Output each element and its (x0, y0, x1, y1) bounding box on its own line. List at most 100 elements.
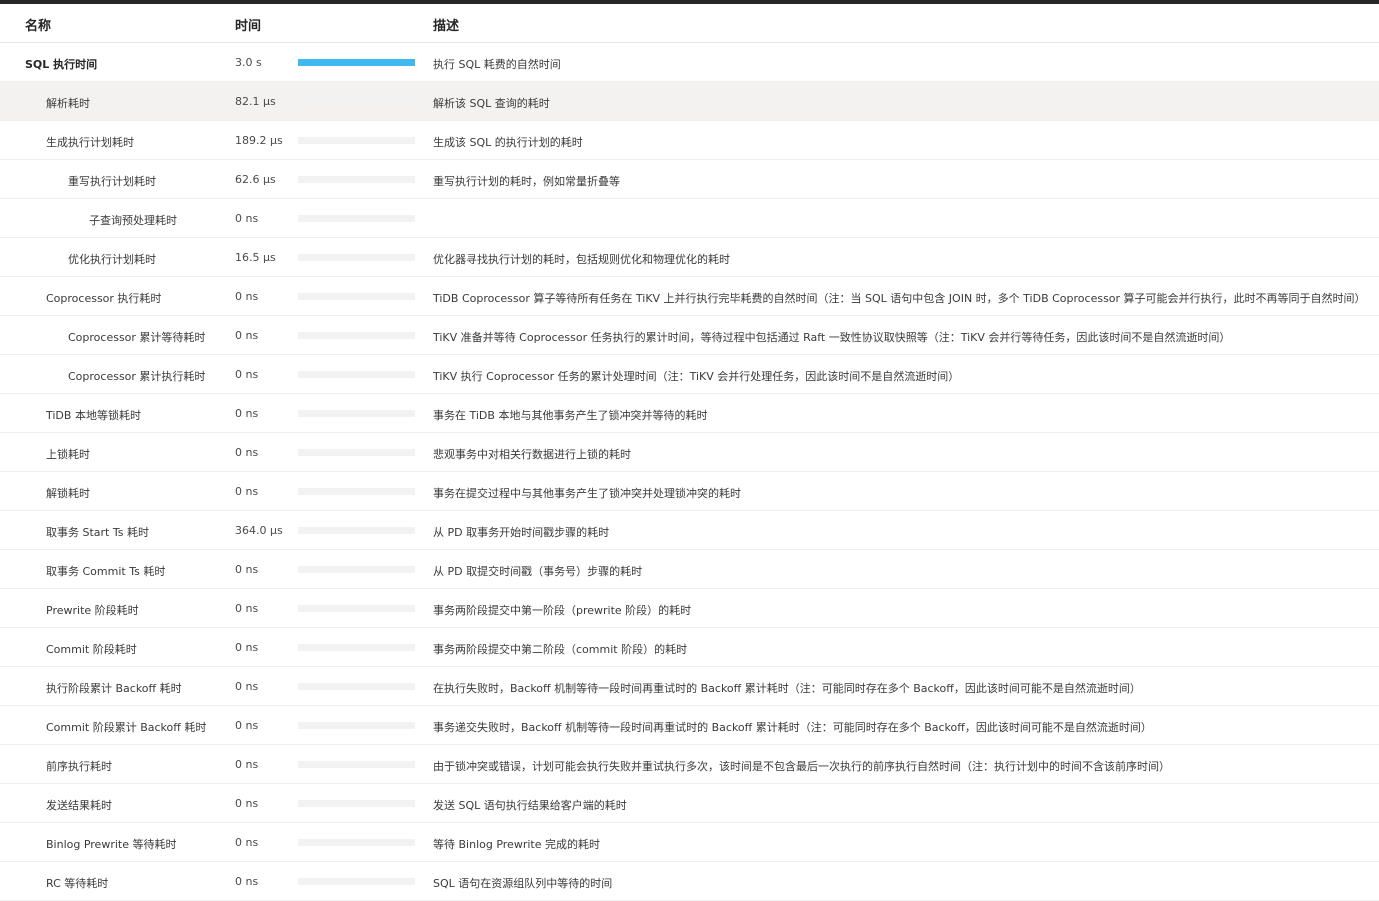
row-description: 从 PD 取提交时间戳（事务号）步骤的耗时 (433, 565, 643, 578)
row-description: TiDB Coprocessor 算子等待所有任务在 TiKV 上并行执行完毕耗… (433, 292, 1366, 305)
column-header-name[interactable]: 名称 (25, 15, 51, 34)
duration-bar-fill (298, 59, 415, 66)
row-description: 重写执行计划的耗时，例如常量折叠等 (433, 175, 620, 188)
row-name: Coprocessor 累计等待耗时 (68, 331, 206, 344)
row-name: 前序执行耗时 (46, 760, 112, 773)
column-header-time[interactable]: 时间 (235, 15, 261, 34)
row-name: 重写执行计划耗时 (68, 175, 156, 188)
row-time: 0 ns (235, 641, 259, 654)
duration-bar (298, 293, 415, 300)
table-row[interactable]: Commit 阶段耗时 0 ns 事务两阶段提交中第二阶段（commit 阶段）的耗… (0, 628, 1379, 667)
table-row[interactable]: 优化执行计划耗时 16.5 μs 优化器寻找执行计划的耗时，包括规则优化和物理优化的… (0, 238, 1379, 277)
row-time: 0 ns (235, 719, 259, 732)
row-name: Binlog Prewrite 等待耗时 (46, 838, 177, 851)
row-name: TiDB 本地等锁耗时 (46, 409, 141, 422)
row-description: 从 PD 取事务开始时间戳步骤的耗时 (433, 526, 610, 539)
duration-bar (298, 176, 415, 183)
execution-time-table: 名称 时间 描述 SQL 执行时间 3.0 s 执行 SQL 耗费的自然时间 解析耗时… (0, 4, 1379, 901)
table-row[interactable]: 取事务 Commit Ts 耗时 0 ns 从 PD 取提交时间戳（事务号）步骤的耗… (0, 550, 1379, 589)
row-time: 3.0 s (235, 56, 262, 69)
duration-bar (298, 488, 415, 495)
row-description: 事务递交失败时，Backoff 机制等待一段时间再重试时的 Backoff 累计… (433, 721, 1152, 734)
table-row[interactable]: 前序执行耗时 0 ns 由于锁冲突或错误，计划可能会执行失败并重试执行多次，该时间是… (0, 745, 1379, 784)
row-description: 在执行失败时，Backoff 机制等待一段时间再重试时的 Backoff 累计耗… (433, 682, 1141, 695)
row-time: 62.6 μs (235, 173, 276, 186)
row-time: 0 ns (235, 836, 259, 849)
row-name: SQL 执行时间 (25, 58, 98, 71)
row-name: RC 等待耗时 (46, 877, 109, 890)
duration-bar (298, 878, 415, 885)
table-row[interactable]: 生成执行计划耗时 189.2 μs 生成该 SQL 的执行计划的耗时 (0, 121, 1379, 160)
table-row[interactable]: RC 等待耗时 0 ns SQL 语句在资源组队列中等待的时间 (0, 862, 1379, 901)
row-time: 0 ns (235, 563, 259, 576)
row-time: 0 ns (235, 797, 259, 810)
table-row[interactable]: Prewrite 阶段耗时 0 ns 事务两阶段提交中第一阶段（prewrite 阶… (0, 589, 1379, 628)
table-row[interactable]: Binlog Prewrite 等待耗时 0 ns 等待 Binlog Prewri… (0, 823, 1379, 862)
row-time: 0 ns (235, 602, 259, 615)
table-row[interactable]: 子查询预处理耗时 0 ns (0, 199, 1379, 238)
row-name: 取事务 Commit Ts 耗时 (46, 565, 166, 578)
table-row[interactable]: Coprocessor 执行耗时 0 ns TiDB Coprocessor 算子等… (0, 277, 1379, 316)
row-time: 0 ns (235, 680, 259, 693)
row-description: 解析该 SQL 查询的耗时 (433, 97, 550, 110)
row-time: 0 ns (235, 212, 259, 225)
row-time: 16.5 μs (235, 251, 276, 264)
row-description: 由于锁冲突或错误，计划可能会执行失败并重试执行多次，该时间是不包含最后一次执行的… (433, 760, 1170, 773)
table-row[interactable]: 重写执行计划耗时 62.6 μs 重写执行计划的耗时，例如常量折叠等 (0, 160, 1379, 199)
row-name: Coprocessor 执行耗时 (46, 292, 162, 305)
row-name: 执行阶段累计 Backoff 耗时 (46, 682, 182, 695)
row-description: 等待 Binlog Prewrite 完成的耗时 (433, 838, 600, 851)
table-header: 名称 时间 描述 (0, 4, 1379, 43)
duration-bar (298, 839, 415, 846)
row-time: 0 ns (235, 407, 259, 420)
duration-bar (298, 722, 415, 729)
row-time: 0 ns (235, 290, 259, 303)
table-row[interactable]: 取事务 Start Ts 耗时 364.0 μs 从 PD 取事务开始时间戳步骤的耗… (0, 511, 1379, 550)
row-time: 82.1 μs (235, 95, 276, 108)
duration-bar (298, 527, 415, 534)
duration-bar (298, 566, 415, 573)
row-time: 189.2 μs (235, 134, 283, 147)
duration-bar (298, 137, 415, 144)
row-description: 发送 SQL 语句执行结果给客户端的耗时 (433, 799, 627, 812)
table-row[interactable]: TiDB 本地等锁耗时 0 ns 事务在 TiDB 本地与其他事务产生了锁冲突并等待… (0, 394, 1379, 433)
table-row[interactable]: 解锁耗时 0 ns 事务在提交过程中与其他事务产生了锁冲突并处理锁冲突的耗时 (0, 472, 1379, 511)
row-name: 发送结果耗时 (46, 799, 112, 812)
table-row[interactable]: 发送结果耗时 0 ns 发送 SQL 语句执行结果给客户端的耗时 (0, 784, 1379, 823)
row-name: 优化执行计划耗时 (68, 253, 156, 266)
row-time: 0 ns (235, 446, 259, 459)
table-row[interactable]: Coprocessor 累计等待耗时 0 ns TiKV 准备并等待 Coproce… (0, 316, 1379, 355)
row-description: TiKV 准备并等待 Coprocessor 任务执行的累计时间，等待过程中包括… (433, 331, 1231, 344)
row-description: 事务在提交过程中与其他事务产生了锁冲突并处理锁冲突的耗时 (433, 487, 741, 500)
row-name: 解析耗时 (46, 97, 90, 110)
table-body: SQL 执行时间 3.0 s 执行 SQL 耗费的自然时间 解析耗时 82.1 μs 解析… (0, 43, 1379, 901)
row-time: 364.0 μs (235, 524, 283, 537)
row-description: 悲观事务中对相关行数据进行上锁的耗时 (433, 448, 631, 461)
row-description: 事务两阶段提交中第一阶段（prewrite 阶段）的耗时 (433, 604, 692, 617)
table-row[interactable]: SQL 执行时间 3.0 s 执行 SQL 耗费的自然时间 (0, 43, 1379, 82)
duration-bar (298, 371, 415, 378)
row-name: 生成执行计划耗时 (46, 136, 134, 149)
row-time: 0 ns (235, 368, 259, 381)
row-name: 解锁耗时 (46, 487, 90, 500)
duration-bar (298, 449, 415, 456)
row-name: Commit 阶段耗时 (46, 643, 137, 656)
table-row[interactable]: 执行阶段累计 Backoff 耗时 0 ns 在执行失败时，Backoff 机制等待… (0, 667, 1379, 706)
column-header-desc[interactable]: 描述 (433, 15, 459, 34)
row-description: TiKV 执行 Coprocessor 任务的累计处理时间（注：TiKV 会并行… (433, 370, 960, 383)
row-description: SQL 语句在资源组队列中等待的时间 (433, 877, 613, 890)
table-row[interactable]: 解析耗时 82.1 μs 解析该 SQL 查询的耗时 (0, 82, 1379, 121)
duration-bar (298, 332, 415, 339)
row-description: 事务在 TiDB 本地与其他事务产生了锁冲突并等待的耗时 (433, 409, 708, 422)
row-name: 子查询预处理耗时 (89, 214, 177, 227)
table-row[interactable]: 上锁耗时 0 ns 悲观事务中对相关行数据进行上锁的耗时 (0, 433, 1379, 472)
table-row[interactable]: Coprocessor 累计执行耗时 0 ns TiKV 执行 Coprocesso… (0, 355, 1379, 394)
duration-bar (298, 800, 415, 807)
row-name: 上锁耗时 (46, 448, 90, 461)
duration-bar (298, 254, 415, 261)
duration-bar (298, 59, 415, 66)
duration-bar (298, 215, 415, 222)
duration-bar (298, 761, 415, 768)
table-row[interactable]: Commit 阶段累计 Backoff 耗时 0 ns 事务递交失败时，Backof… (0, 706, 1379, 745)
duration-bar (298, 683, 415, 690)
